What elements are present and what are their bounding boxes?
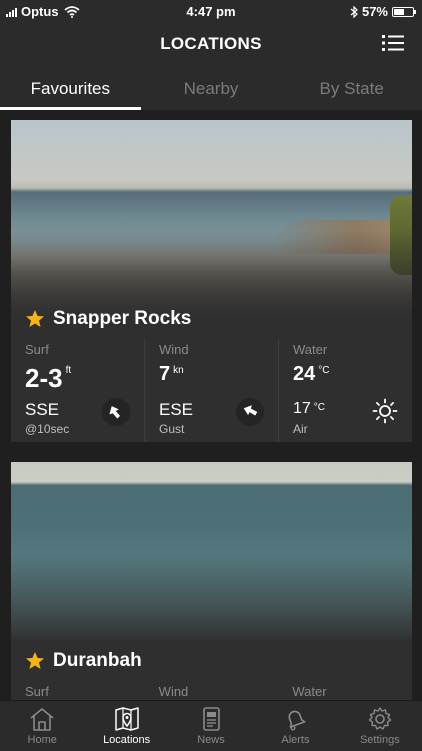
conditions-row: Surf Wind Water (11, 680, 412, 699)
location-name: Snapper Rocks (53, 308, 192, 329)
surf-height: 2-3 ft (25, 363, 72, 393)
surf-stat: Surf (11, 680, 145, 699)
page-title: LOCATIONS (160, 34, 262, 53)
sun-icon (372, 398, 398, 424)
wind-note: Gust (159, 422, 185, 436)
location-card-snapper-rocks[interactable]: Snapper Rocks Surf 2-3 ft SSE @10sec Wind… (11, 120, 412, 442)
tab-by-state[interactable]: By State (281, 66, 422, 110)
wind-label: Wind (158, 684, 189, 699)
swell-direction: SSE (25, 400, 60, 419)
status-bar: Optus 4:47 pm 57% (0, 0, 422, 22)
battery-icon (392, 6, 416, 17)
wind-stat: Wind (145, 680, 279, 699)
water-unit: °C (318, 365, 330, 376)
wind-unit: kn (173, 365, 184, 376)
location-title-row: Snapper Rocks (25, 308, 191, 330)
location-title-row: Duranbah (25, 650, 142, 672)
wind-speed: 7 kn (159, 363, 184, 385)
tab-nearby[interactable]: Nearby (141, 66, 282, 110)
surf-cam-image (11, 120, 412, 320)
air-temp: 17 °C (293, 400, 326, 417)
tabbar-label: News (197, 734, 225, 746)
water-stat: Water (278, 680, 412, 699)
bluetooth-icon (350, 5, 358, 18)
location-tabs: Favourites Nearby By State (0, 66, 422, 110)
wind-label: Wind (159, 342, 189, 357)
bottom-tab-bar: Home Locations News Alerts Settings (0, 700, 422, 751)
map-pin-icon (114, 707, 139, 731)
wind-direction-arrow-icon (236, 398, 264, 426)
news-icon (203, 707, 220, 731)
location-name: Duranbah (53, 650, 142, 671)
status-right: 57% (350, 4, 416, 19)
tabbar-label: Home (27, 734, 57, 746)
tabbar-news[interactable]: News (169, 701, 253, 751)
location-card-duranbah[interactable]: Duranbah Surf Wind Water (11, 462, 412, 700)
home-icon (30, 708, 54, 731)
tabbar-label: Alerts (281, 734, 310, 746)
favourites-list[interactable]: Snapper Rocks Surf 2-3 ft SSE @10sec Wind… (0, 110, 422, 700)
bell-icon (288, 710, 306, 731)
surf-label: Surf (25, 342, 49, 357)
tabbar-alerts[interactable]: Alerts (253, 701, 337, 751)
water-label: Water (293, 342, 328, 357)
conditions-row: Surf 2-3 ft SSE @10sec Wind 7 kn ESE Gust (11, 338, 412, 442)
wind-stat: Wind 7 kn ESE Gust (145, 338, 279, 442)
battery-percent: 57% (361, 4, 388, 19)
nav-header: LOCATIONS (0, 22, 422, 66)
surf-label: Surf (25, 684, 49, 699)
star-icon[interactable] (25, 309, 45, 329)
tab-favourites[interactable]: Favourites (0, 66, 141, 110)
tabbar-label: Locations (103, 734, 151, 746)
water-label: Water (292, 684, 327, 699)
wind-direction: ESE (159, 400, 194, 419)
air-label: Air (293, 422, 308, 436)
tabbar-home[interactable]: Home (0, 701, 84, 751)
list-icon[interactable] (382, 34, 404, 52)
swell-period: @10sec (25, 422, 70, 436)
battery-level (394, 8, 405, 15)
tabbar-settings[interactable]: Settings (338, 701, 422, 751)
star-icon[interactable] (25, 651, 45, 671)
gear-icon (368, 707, 392, 730)
tabbar-label: Settings (359, 734, 400, 746)
swell-direction-arrow-icon (102, 398, 130, 426)
water-stat: Water 24 °C 17 °C Air (279, 338, 412, 442)
water-temp: 24 °C (293, 363, 330, 385)
surf-stat: Surf 2-3 ft SSE @10sec (11, 338, 145, 442)
surf-unit: ft (65, 365, 72, 376)
tabbar-locations[interactable]: Locations (84, 701, 168, 751)
surf-cam-image (11, 462, 412, 642)
